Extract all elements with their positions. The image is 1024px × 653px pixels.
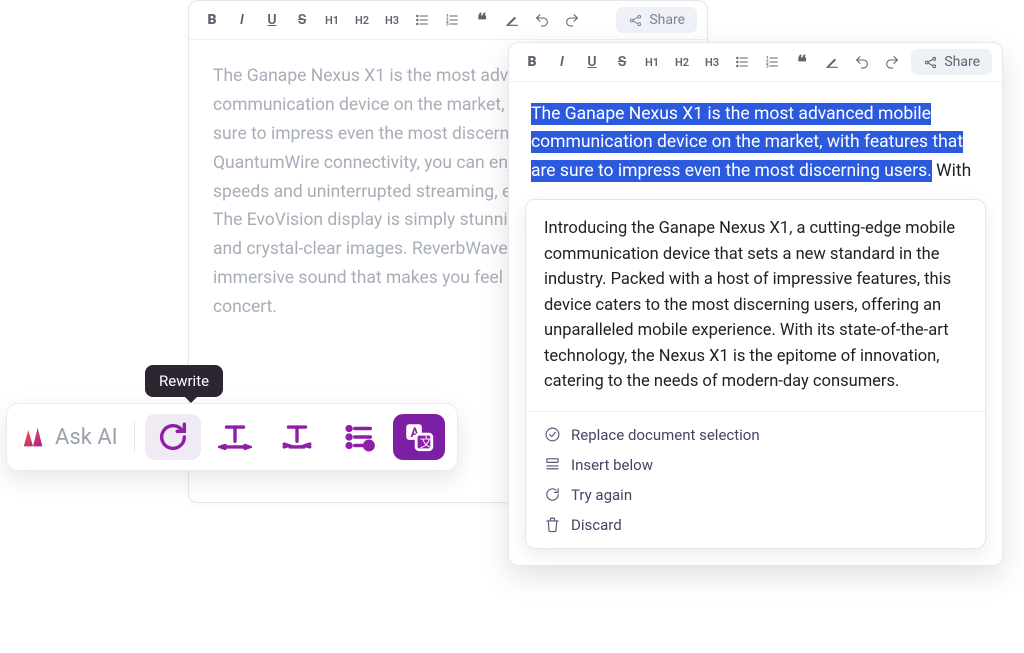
share-button-front[interactable]: Share [911, 49, 992, 75]
ai-suggestion-text: Introducing the Ganape Nexus X1, a cutti… [526, 200, 985, 411]
h3-button[interactable]: H3 [379, 7, 405, 33]
bullet-list-button[interactable] [729, 49, 755, 75]
ask-ai-logo-icon [19, 423, 47, 451]
h2-button[interactable]: H2 [349, 7, 375, 33]
strike-button[interactable]: S [609, 49, 635, 75]
expand-text-tool[interactable] [207, 414, 263, 460]
separator [134, 421, 135, 453]
shorten-text-tool[interactable] [269, 414, 325, 460]
translate-tool[interactable]: A文 [393, 414, 445, 460]
bullet-list-button[interactable] [409, 7, 435, 33]
quote-button[interactable]: ❝ [469, 7, 495, 33]
action-label: Try again [571, 486, 632, 504]
editor-panel-front: B I U S H1 H2 H3 123 ❝ Share The Ganape … [508, 42, 1003, 566]
undo-button[interactable] [529, 7, 555, 33]
h2-button[interactable]: H2 [669, 49, 695, 75]
underline-button[interactable]: U [579, 49, 605, 75]
undo-button[interactable] [849, 49, 875, 75]
numbered-list-button[interactable]: 123 [759, 49, 785, 75]
toolbar-back: B I U S H1 H2 H3 123 ❝ Share [189, 1, 707, 40]
ask-ai-toolbar: Ask AI A文 [6, 403, 458, 471]
svg-text:文: 文 [419, 436, 432, 451]
h3-button[interactable]: H3 [699, 49, 725, 75]
expand-text-icon [218, 420, 252, 454]
rewrite-tool[interactable] [145, 414, 201, 460]
bold-button[interactable]: B [199, 7, 225, 33]
replace-selection-action[interactable]: Replace document selection [536, 420, 975, 450]
share-label: Share [649, 12, 685, 28]
quote-button[interactable]: ❝ [789, 49, 815, 75]
discard-action[interactable]: Discard [536, 510, 975, 540]
italic-button[interactable]: I [229, 7, 255, 33]
document-body-front[interactable]: The Ganape Nexus X1 is the most advanced… [509, 82, 1002, 191]
svg-text:3: 3 [766, 63, 769, 69]
highlight-button[interactable] [819, 49, 845, 75]
share-button-back[interactable]: Share [616, 7, 697, 33]
ask-ai-label[interactable]: Ask AI [55, 425, 118, 450]
check-circle-icon [544, 426, 561, 443]
action-label: Replace document selection [571, 426, 760, 444]
action-label: Insert below [571, 456, 653, 474]
redo-button[interactable] [559, 7, 585, 33]
underline-button[interactable]: U [259, 7, 285, 33]
try-again-action[interactable]: Try again [536, 480, 975, 510]
svg-text:3: 3 [446, 21, 449, 27]
redo-button[interactable] [879, 49, 905, 75]
selected-text: The Ganape Nexus X1 is the most advanced… [531, 103, 963, 182]
bold-button[interactable]: B [519, 49, 545, 75]
summarize-tool[interactable] [331, 414, 387, 460]
h1-button[interactable]: H1 [319, 7, 345, 33]
toolbar-front: B I U S H1 H2 H3 123 ❝ Share [509, 43, 1002, 82]
insert-below-icon [544, 456, 561, 473]
insert-below-action[interactable]: Insert below [536, 450, 975, 480]
italic-button[interactable]: I [549, 49, 575, 75]
list-plus-icon [342, 420, 376, 454]
translate-icon: A文 [402, 420, 436, 454]
rewrite-icon [156, 420, 190, 454]
trailing-text: With [932, 161, 972, 181]
share-label: Share [944, 54, 980, 70]
numbered-list-button[interactable]: 123 [439, 7, 465, 33]
action-label: Discard [571, 516, 622, 534]
ai-action-list: Replace document selection Insert below … [526, 411, 985, 548]
h1-button[interactable]: H1 [639, 49, 665, 75]
refresh-icon [544, 486, 561, 503]
shorten-text-icon [280, 420, 314, 454]
highlight-button[interactable] [499, 7, 525, 33]
ai-suggestion-card: Introducing the Ganape Nexus X1, a cutti… [525, 199, 986, 549]
rewrite-tooltip: Rewrite [145, 365, 223, 397]
trash-icon [544, 516, 561, 533]
strike-button[interactable]: S [289, 7, 315, 33]
